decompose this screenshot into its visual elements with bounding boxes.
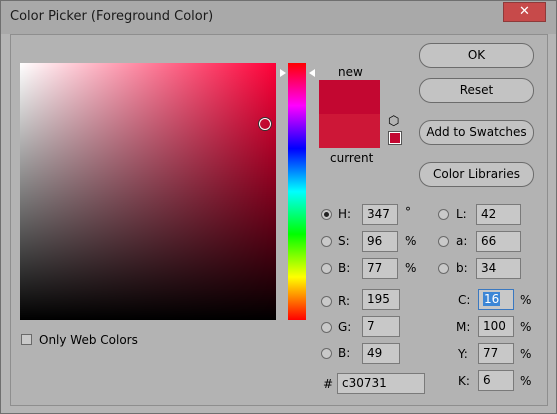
red-label: R: bbox=[338, 294, 351, 308]
color-field[interactable] bbox=[20, 63, 276, 320]
green-label: G: bbox=[338, 320, 352, 334]
lab-l-radio[interactable] bbox=[438, 209, 449, 220]
saturation-radio[interactable] bbox=[321, 236, 332, 247]
current-color-label: current bbox=[330, 151, 374, 165]
cube-icon[interactable]: ⬡ bbox=[388, 115, 399, 128]
cyan-value: 16 bbox=[483, 292, 501, 306]
blue-field[interactable]: 49 bbox=[362, 343, 400, 364]
black-unit: % bbox=[520, 374, 532, 388]
lab-a-label: a: bbox=[456, 234, 468, 248]
red-radio[interactable] bbox=[321, 296, 332, 307]
cyan-label: C: bbox=[458, 293, 471, 307]
red-field[interactable]: 195 bbox=[362, 289, 400, 310]
title-bar: Color Picker (Foreground Color) ✕ bbox=[1, 1, 556, 34]
magenta-label: M: bbox=[456, 320, 471, 334]
new-color-label: new bbox=[338, 65, 363, 79]
color-field-cursor[interactable] bbox=[259, 118, 271, 130]
green-radio[interactable] bbox=[321, 322, 332, 333]
hue-unit: ° bbox=[405, 205, 411, 219]
only-web-colors-label: Only Web Colors bbox=[39, 333, 138, 347]
ok-button[interactable]: OK bbox=[419, 43, 534, 68]
hue-slider-left-arrow-icon[interactable] bbox=[280, 69, 286, 77]
lab-a-radio[interactable] bbox=[438, 236, 449, 247]
color-libraries-button[interactable]: Color Libraries bbox=[419, 162, 534, 187]
reset-button[interactable]: Reset bbox=[419, 78, 534, 103]
lab-b-radio[interactable] bbox=[438, 263, 449, 274]
hue-field[interactable]: 347 bbox=[362, 204, 398, 225]
only-web-colors-checkbox[interactable] bbox=[21, 334, 32, 345]
magenta-unit: % bbox=[520, 320, 532, 334]
lab-l-field[interactable]: 42 bbox=[476, 204, 521, 225]
brightness-field[interactable]: 77 bbox=[362, 258, 398, 279]
saturation-label: S: bbox=[338, 234, 350, 248]
saturation-unit: % bbox=[405, 234, 417, 248]
gamut-color-swatch[interactable] bbox=[389, 132, 401, 144]
green-field[interactable]: 7 bbox=[362, 316, 400, 337]
window-title: Color Picker (Foreground Color) bbox=[10, 9, 214, 24]
yellow-field[interactable]: 77 bbox=[478, 343, 514, 364]
new-color-swatch bbox=[319, 80, 380, 114]
lab-l-label: L: bbox=[456, 207, 467, 221]
close-button[interactable]: ✕ bbox=[503, 2, 546, 22]
yellow-label: Y: bbox=[458, 347, 468, 361]
brightness-unit: % bbox=[405, 261, 417, 275]
hue-slider-right-arrow-icon[interactable] bbox=[309, 69, 315, 77]
hue-slider[interactable] bbox=[288, 63, 306, 320]
saturation-field[interactable]: 96 bbox=[362, 231, 398, 252]
lab-b-field[interactable]: 34 bbox=[476, 258, 521, 279]
brightness-label: B: bbox=[338, 261, 351, 275]
black-label: K: bbox=[458, 374, 470, 388]
lab-b-label: b: bbox=[456, 261, 468, 275]
current-color-swatch[interactable] bbox=[319, 114, 380, 148]
hex-field[interactable]: c30731 bbox=[337, 373, 425, 394]
hex-label: # bbox=[323, 377, 334, 391]
hue-label: H: bbox=[338, 207, 352, 221]
cyan-unit: % bbox=[520, 293, 532, 307]
hue-radio[interactable] bbox=[321, 209, 332, 220]
add-to-swatches-button[interactable]: Add to Swatches bbox=[419, 120, 534, 145]
blue-radio[interactable] bbox=[321, 348, 332, 359]
blue-label: B: bbox=[338, 346, 351, 360]
brightness-radio[interactable] bbox=[321, 263, 332, 274]
yellow-unit: % bbox=[520, 347, 532, 361]
lab-a-field[interactable]: 66 bbox=[476, 231, 521, 252]
magenta-field[interactable]: 100 bbox=[478, 316, 514, 337]
black-field[interactable]: 6 bbox=[478, 370, 514, 391]
cyan-field[interactable]: 16 bbox=[478, 289, 514, 310]
